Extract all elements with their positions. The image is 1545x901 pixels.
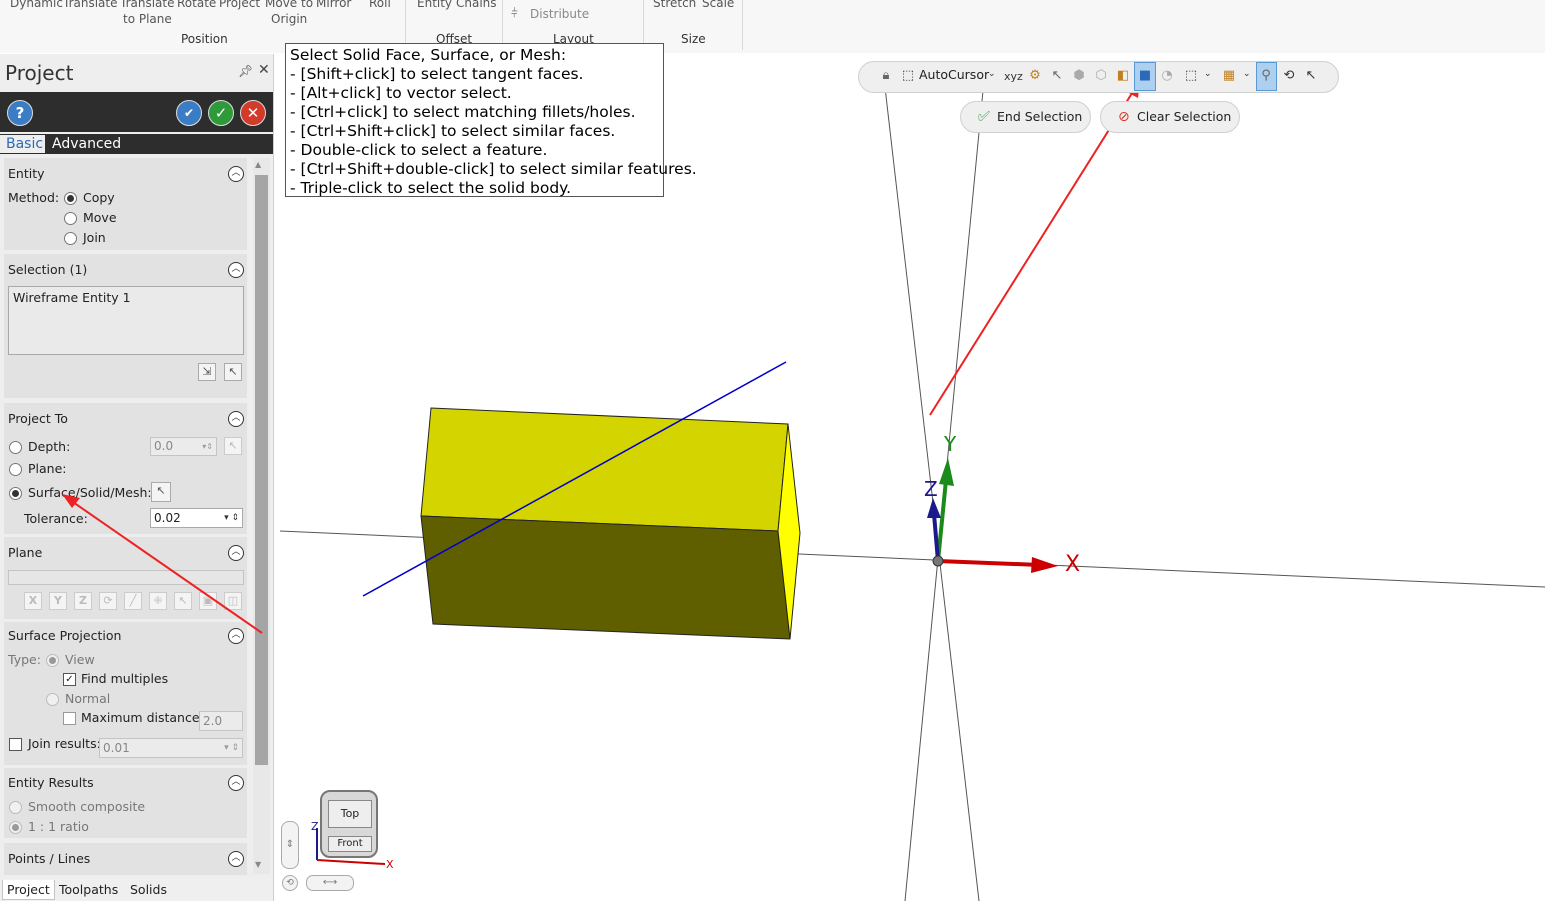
tooltip-line: - [Ctrl+Shift+click] to select similar f… (290, 122, 616, 140)
select-wireframe-icon[interactable]: ↖ (1048, 68, 1066, 83)
annotation-arrow (69, 499, 263, 634)
autocursor-dropdown[interactable]: AutoCursor (919, 67, 989, 82)
select-solid-face-icon[interactable]: ◧ (1114, 68, 1132, 83)
select-solid-icon[interactable]: ⬢ (1070, 68, 1088, 83)
tooltip-line: - Triple-click to select the solid body. (290, 179, 572, 197)
tooltip-line: - [Shift+click] to select tangent faces. (290, 65, 584, 83)
z-axis-label: Z (924, 477, 938, 501)
box-top-face[interactable] (420, 407, 789, 532)
clear-selection-button[interactable]: ⊘ Clear Selection (1100, 101, 1240, 133)
y-axis-arrowhead (939, 458, 954, 486)
check-circle-icon: ✅︎ (978, 109, 990, 125)
zoom-slider[interactable]: ⇕ (281, 821, 299, 869)
x-axis-label: X (1065, 552, 1081, 577)
select-solid-edge-icon[interactable]: ⬡ (1092, 68, 1110, 83)
tooltip-line: - [Ctrl+click] to select matching fillet… (290, 103, 636, 121)
rotate-select-icon[interactable]: ⟲ (1280, 68, 1298, 83)
unselect-icon[interactable]: ↖ (1302, 68, 1320, 83)
xyz-button[interactable]: xyz (1004, 70, 1023, 83)
box-front-face[interactable] (420, 515, 791, 640)
selection-tooltip: Select Solid Face, Surface, or Mesh: - [… (285, 43, 697, 197)
select-feature-icon[interactable]: ◔ (1158, 68, 1176, 83)
clear-selection-label: Clear Selection (1137, 109, 1232, 124)
z-axis-line (932, 513, 940, 562)
x-axis-line (937, 559, 1041, 567)
window-select-icon[interactable]: ⬚ (1182, 68, 1200, 83)
origin-point (932, 555, 944, 567)
area-select-icon[interactable]: ▦ (1220, 68, 1238, 83)
rotate-view-icon[interactable]: ⟲ (282, 875, 298, 891)
tooltip-line: Select Solid Face, Surface, or Mesh: (290, 46, 567, 64)
chevron-down-icon[interactable]: ⌄ (1204, 69, 1212, 79)
viewcube-x-axis (316, 859, 386, 865)
tooltip-line: - [Alt+click] to vector select. (290, 84, 512, 102)
y-axis-line (936, 479, 948, 562)
tooltip-line: - [Ctrl+Shift+double-click] to select si… (290, 160, 697, 178)
chevron-down-icon[interactable]: ⌄ (1243, 69, 1251, 79)
scene-svg (62, 69, 1545, 901)
chevron-down-icon[interactable]: ⌄ (988, 69, 996, 79)
viewcube-z-label: Z (311, 820, 319, 833)
lock-icon[interactable]: 🔒︎ (877, 68, 895, 83)
y-axis-label: Y (944, 432, 957, 456)
end-selection-button[interactable]: ✅︎ End Selection (960, 101, 1091, 133)
point-snap-icon[interactable]: ⚙ (1026, 68, 1044, 83)
end-selection-label: End Selection (997, 109, 1083, 124)
annotation-arrow (929, 89, 1135, 416)
verify-icon: ⚲ (1261, 68, 1271, 83)
viewcube-x-label: X (386, 858, 394, 871)
prohibited-icon: ⊘ (1118, 109, 1130, 125)
z-axis-arrowhead (927, 498, 941, 518)
autocursor-icon[interactable]: ⬚ (899, 68, 917, 83)
tooltip-line: - Double-click to select a feature. (290, 141, 548, 159)
cube-icon: ■ (1138, 68, 1152, 83)
pan-slider[interactable]: ⟷ (306, 875, 354, 891)
x-axis-arrowhead (1031, 557, 1058, 573)
view-cube-top-label: Top (340, 807, 360, 820)
